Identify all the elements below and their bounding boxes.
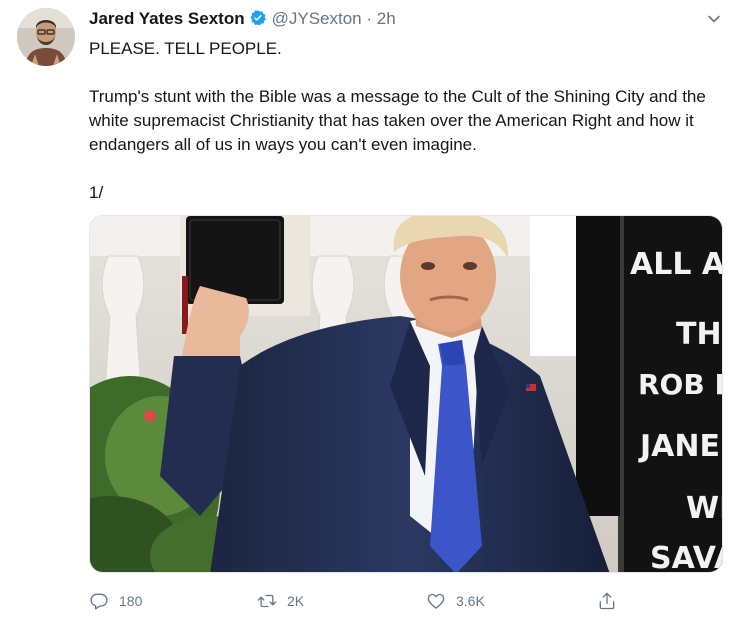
reply-button[interactable]: 180: [89, 587, 142, 615]
tweet-text: PLEASE. TELL PEOPLE. Trump's stunt with …: [89, 37, 719, 205]
retweet-icon: [257, 594, 277, 608]
verified-badge-icon: [250, 10, 266, 26]
share-button[interactable]: [597, 587, 617, 615]
tweet-header: Jared Yates Sexton @JYSexton · 2h: [89, 9, 715, 33]
avatar[interactable]: [17, 8, 75, 66]
separator-dot: ·: [366, 9, 373, 28]
author-name[interactable]: Jared Yates Sexton: [89, 9, 245, 28]
photo-image: ALL A THE ROB F JANE WIL SAVA: [90, 216, 723, 573]
author-handle[interactable]: @JYSexton: [272, 9, 362, 28]
tweet-text-line: PLEASE. TELL PEOPLE.: [89, 39, 282, 58]
reply-count: 180: [119, 593, 143, 609]
timestamp[interactable]: 2h: [377, 9, 396, 28]
sign-text-line: JANE: [638, 429, 720, 464]
tweet-text-line: 1/: [89, 183, 104, 202]
reply-icon: [90, 593, 108, 610]
sign-text-line: ROB F: [638, 368, 723, 401]
sign-text-line: SAVA: [650, 541, 723, 573]
tweet-actions: 180 2K 3.6K: [89, 587, 649, 615]
avatar-image: [17, 8, 75, 66]
retweet-button[interactable]: 2K: [257, 587, 304, 615]
like-button[interactable]: 3.6K: [426, 587, 485, 615]
like-count: 3.6K: [456, 593, 485, 609]
sign-text-line: ALL A: [630, 247, 723, 282]
sign-text-line: THE: [676, 317, 723, 352]
tweet-text-line: Trump's stunt with the Bible was a messa…: [89, 87, 706, 154]
sign-text-line: WIL: [686, 491, 723, 526]
share-icon: [599, 592, 615, 610]
retweet-count: 2K: [287, 593, 305, 609]
like-icon: [427, 593, 445, 609]
tweet-photo[interactable]: ALL A THE ROB F JANE WIL SAVA: [89, 215, 723, 573]
chevron-down-icon[interactable]: [707, 12, 721, 26]
